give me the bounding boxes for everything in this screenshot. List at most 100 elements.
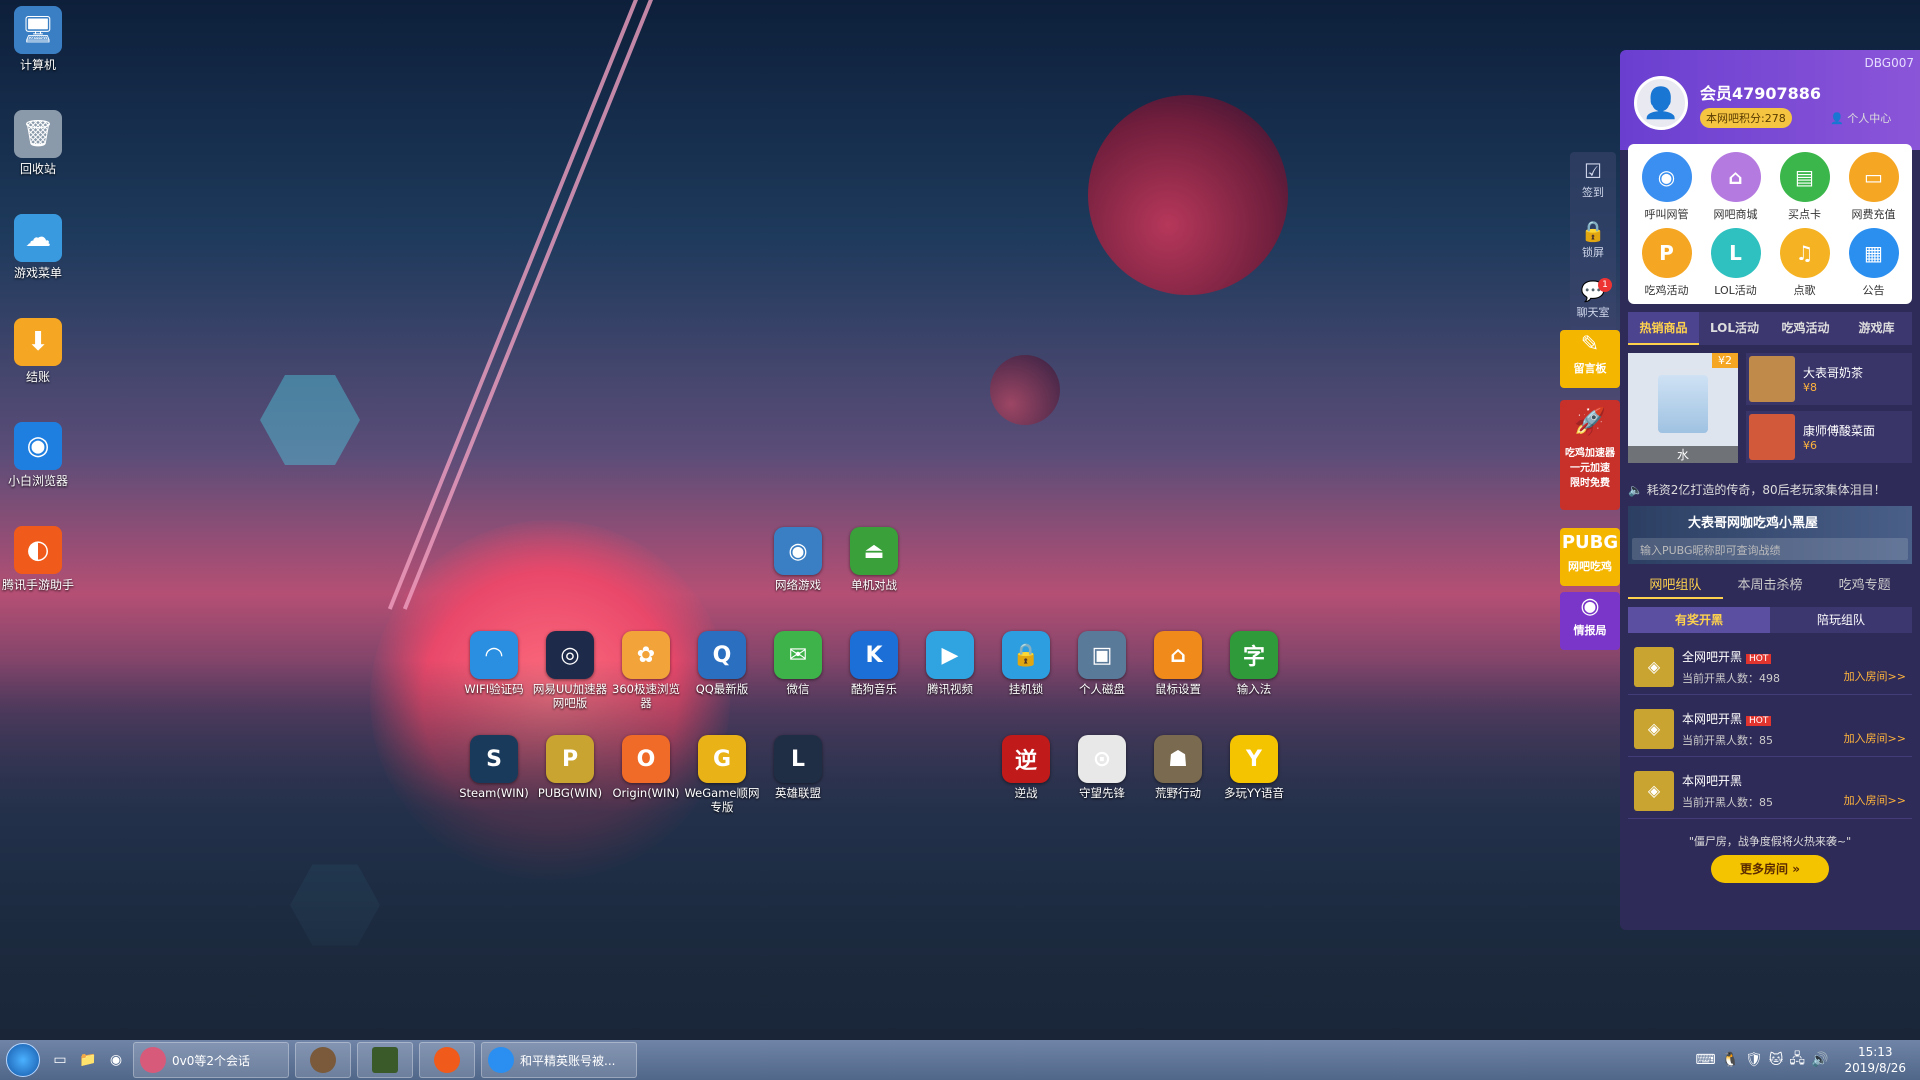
function-item[interactable]: P 吃鸡活动: [1632, 228, 1701, 298]
speaker-icon: 🔈: [1628, 483, 1643, 497]
shield-icon[interactable]: 🛡: [1745, 1052, 1763, 1068]
chicken-accelerator-tile[interactable]: 🚀 吃鸡加速器 一元加速 限时免费: [1560, 400, 1620, 510]
app-glyph-icon: Y: [1230, 735, 1278, 783]
desktop-icon-1[interactable]: 🗑 回收站: [0, 110, 76, 177]
team-tab[interactable]: 吃鸡专题: [1817, 574, 1912, 599]
app-icon[interactable]: Y 多玩YY语音: [1216, 735, 1292, 800]
taskbar-item-browser[interactable]: 和平精英账号被...: [481, 1042, 637, 1078]
function-item[interactable]: ♫ 点歌: [1770, 228, 1839, 298]
app-icon[interactable]: ⊙ 守望先锋: [1064, 735, 1140, 800]
app-icon[interactable]: ◉ 网络游戏: [760, 527, 836, 592]
intel-bureau-label: 情报局: [1573, 624, 1607, 637]
dock-item-2[interactable]: 💬 聊天室 1: [1570, 272, 1616, 332]
intel-bureau-tile[interactable]: ◉ 情报局: [1560, 592, 1620, 650]
app-icon[interactable]: Q QQ最新版: [684, 631, 760, 696]
function-item[interactable]: ▤ 买点卡: [1770, 152, 1839, 222]
app-icon[interactable]: ◠ WIFI验证码: [456, 631, 532, 696]
team-tabs: 网吧组队 本周击杀榜 吃鸡专题: [1628, 574, 1912, 599]
app-icon[interactable]: ☗ 荒野行动: [1140, 735, 1216, 800]
room-row: ◈ 本网吧开黑 当前开黑人数：85 加入房间>>: [1628, 763, 1912, 819]
taskbar-item-tencent[interactable]: [419, 1042, 475, 1078]
desktop-icon-5[interactable]: ◐ 腾讯手游助手: [0, 526, 76, 593]
join-room-link[interactable]: 加入房间>>: [1844, 792, 1906, 808]
companion-team-button[interactable]: 陪玩组队: [1770, 607, 1912, 633]
app-icon[interactable]: ✉ 微信: [760, 631, 836, 696]
explorer-icon[interactable]: 📁: [77, 1049, 99, 1071]
goods-tab[interactable]: 热销商品: [1628, 312, 1699, 345]
desktop-icon-0[interactable]: 🖥 计算机: [0, 6, 76, 73]
function-item[interactable]: L LOL活动: [1701, 228, 1770, 298]
join-room-link[interactable]: 加入房间>>: [1844, 730, 1906, 746]
clock[interactable]: 15:13 2019/8/26: [1844, 1044, 1906, 1076]
pubg-search-input[interactable]: 输入PUBG昵称即可查询战绩: [1632, 538, 1908, 560]
goods-tab[interactable]: LOL活动: [1699, 312, 1770, 345]
unread-badge: 1: [1598, 278, 1612, 292]
function-icon: ▤: [1779, 152, 1830, 202]
app-icon[interactable]: P PUBG(WIN): [532, 735, 608, 800]
keyboard-icon[interactable]: ⌨: [1695, 1052, 1715, 1068]
app-glyph-icon: ⌂: [1154, 631, 1202, 679]
personal-center-link[interactable]: 👤 个人中心: [1830, 110, 1891, 126]
prize-team-button[interactable]: 有奖开黑: [1628, 607, 1770, 633]
more-rooms-button[interactable]: 更多房间 »: [1711, 855, 1829, 883]
team-tab[interactable]: 网吧组队: [1628, 574, 1723, 599]
avatar[interactable]: 👤: [1634, 76, 1688, 130]
app-icon[interactable]: ▶ 腾讯视频: [912, 631, 988, 696]
desktop-icon-2[interactable]: ☁ 游戏菜单: [0, 214, 76, 281]
notice-ticker[interactable]: 🔈 耗资2亿打造的传奇，80后老玩家集体泪目！: [1628, 481, 1912, 498]
app-icon[interactable]: S Steam(WIN): [456, 735, 532, 800]
app-label: 守望先锋: [1079, 786, 1125, 800]
app-icon[interactable]: L 英雄联盟: [760, 735, 836, 800]
taskbar-item-game2[interactable]: [357, 1042, 413, 1078]
qq-icon[interactable]: 🐧: [1722, 1052, 1739, 1068]
volume-icon[interactable]: 🔊: [1811, 1052, 1828, 1068]
goods-item-water[interactable]: ¥2 水: [1628, 353, 1738, 463]
app-icon[interactable]: ▣ 个人磁盘: [1064, 631, 1140, 696]
goods-tab[interactable]: 游戏库: [1841, 312, 1912, 345]
show-desktop-icon[interactable]: ▭: [49, 1049, 71, 1071]
app-icon[interactable]: ⌂ 鼠标设置: [1140, 631, 1216, 696]
goods-area: ¥2 水 大表哥奶茶 ¥8 康师傅酸菜面 ¥6: [1628, 353, 1912, 463]
taskbar-item-game1[interactable]: [295, 1042, 351, 1078]
yy-icon[interactable]: 🐱: [1769, 1052, 1784, 1068]
join-room-link[interactable]: 加入房间>>: [1844, 668, 1906, 684]
dock-item-0[interactable]: ☑ 签到: [1570, 152, 1616, 212]
goods-item[interactable]: 康师傅酸菜面 ¥6: [1746, 411, 1912, 463]
app-glyph-icon: S: [470, 735, 518, 783]
app-icon[interactable]: O Origin(WIN): [608, 735, 684, 800]
clock-time: 15:13: [1857, 1045, 1893, 1059]
goods-item[interactable]: 大表哥奶茶 ¥8: [1746, 353, 1912, 405]
dock-item-1[interactable]: 🔒 锁屏: [1570, 212, 1616, 272]
app-icon[interactable]: 逆逆战: [988, 735, 1064, 800]
start-button[interactable]: [0, 1040, 46, 1080]
app-icon[interactable]: ◎ 网易UU加速器网吧版: [532, 631, 608, 710]
function-item[interactable]: ▭ 网费充值: [1839, 152, 1908, 222]
app-icon[interactable]: 字输入法: [1216, 631, 1292, 696]
app-icon[interactable]: G WeGame顺网专版: [684, 735, 760, 814]
member-name: 会员47907886: [1700, 84, 1822, 103]
app-icon[interactable]: ⏏ 单机对战: [836, 527, 912, 592]
system-tray: ⌨ 🐧 🛡 🐱 🖧 🔊 15:13 2019/8/26: [1695, 1044, 1920, 1076]
taskbar-item-chat[interactable]: 0v0等2个会话: [133, 1042, 289, 1078]
function-item[interactable]: ⌂ 网吧商城: [1701, 152, 1770, 222]
message-board-tile[interactable]: ✎ 留言板: [1560, 330, 1620, 388]
app-icon[interactable]: K 酷狗音乐: [836, 631, 912, 696]
goods-tab[interactable]: 吃鸡活动: [1770, 312, 1841, 345]
dock-label: 签到: [1582, 186, 1604, 199]
browser-quick-icon[interactable]: ◉: [105, 1049, 127, 1071]
netbar-chicken-tile[interactable]: PUBG 网吧吃鸡: [1560, 528, 1620, 586]
function-item[interactable]: ▦ 公告: [1839, 228, 1908, 298]
team-tab[interactable]: 本周击杀榜: [1723, 574, 1818, 599]
function-item[interactable]: ◉ 呼叫网管: [1632, 152, 1701, 222]
desktop-icon-3[interactable]: ⬇ 结账: [0, 318, 76, 385]
network-icon[interactable]: 🖧: [1789, 1048, 1805, 1072]
room-row: ◈ 全网吧开黑 HOT 当前开黑人数：498 加入房间>>: [1628, 639, 1912, 695]
app-icon[interactable]: ✿ 360极速浏览器: [608, 631, 684, 710]
recycle-bin-icon: 🗑: [14, 110, 62, 158]
goods-price: ¥8: [1803, 381, 1817, 394]
goods-list: 大表哥奶茶 ¥8 康师傅酸菜面 ¥6: [1746, 353, 1912, 463]
wallpaper-hex: [290, 864, 380, 946]
app-icon[interactable]: 🔒 挂机锁: [988, 631, 1064, 696]
desktop-icon-4[interactable]: ◉ 小白浏览器: [0, 422, 76, 489]
wallpaper-hex: [260, 375, 360, 465]
